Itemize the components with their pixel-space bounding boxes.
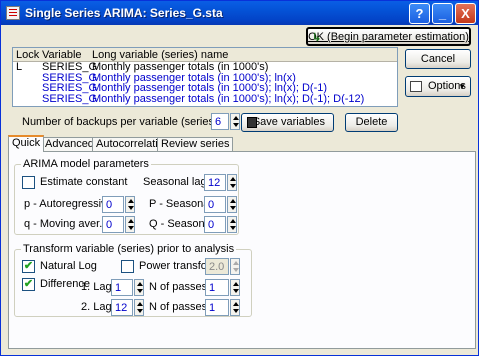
quick-tab-panel: ARIMA model parameters Estimate constant… xyxy=(8,151,476,349)
backups-label: Number of backups per variable (series): xyxy=(22,116,221,128)
estimate-constant-checkbox[interactable] xyxy=(22,176,35,189)
variable-list-header: Lock Variable Long variable (series) nam… xyxy=(13,48,397,62)
seasonal-lag-spinner[interactable] xyxy=(227,174,237,191)
run-icon: ↳ xyxy=(312,32,322,44)
backups-spinner[interactable] xyxy=(230,113,240,130)
lag2-label: 2. Lag: xyxy=(81,301,115,313)
p-seasonal-input[interactable]: 0 xyxy=(204,196,226,213)
tab-review-series[interactable]: Review series xyxy=(157,137,234,151)
arima-parameters-title: ARIMA model parameters xyxy=(21,158,151,170)
power-transform-input[interactable]: 2.0 xyxy=(205,258,229,275)
lag2-passes-spinner[interactable] xyxy=(230,299,240,316)
natural-log-label: Natural Log xyxy=(40,260,97,272)
q-seasonal-input[interactable]: 0 xyxy=(204,216,226,233)
variable-list[interactable]: Lock Variable Long variable (series) nam… xyxy=(12,47,398,107)
list-item[interactable]: SERIES_G Monthly passenger totals (in 10… xyxy=(13,92,397,105)
cancel-button[interactable]: Cancel xyxy=(405,49,471,69)
lag1-label: 1. Lag: xyxy=(81,281,115,293)
long-name-cell: Monthly passenger totals (in 1000's); ln… xyxy=(92,92,365,105)
lag1-spinner[interactable] xyxy=(134,279,144,296)
q-moving-average-input[interactable]: 0 xyxy=(102,216,124,233)
tab-quick[interactable]: Quick xyxy=(8,135,45,152)
lag1-input[interactable]: 1 xyxy=(111,279,133,296)
backups-input[interactable]: 6 xyxy=(211,113,229,130)
lag1-passes-spinner[interactable] xyxy=(230,279,240,296)
p-autoregressive-spinner[interactable] xyxy=(125,196,135,213)
lag2-input[interactable]: 12 xyxy=(111,299,133,316)
arima-parameters-group: ARIMA model parameters Estimate constant… xyxy=(14,158,239,235)
arima-dialog: Single Series ARIMA: Series_G.sta ? _ X … xyxy=(0,0,479,356)
p-seasonal-spinner[interactable] xyxy=(227,196,237,213)
ok-button-label: OK (Begin parameter estimation) xyxy=(308,31,469,43)
ok-button[interactable]: ↳ OK (Begin parameter estimation) xyxy=(306,27,471,46)
seasonal-lag-input[interactable]: 12 xyxy=(204,174,226,191)
save-variables-label: Save variables xyxy=(252,116,325,128)
options-button[interactable]: Options ▼ xyxy=(405,76,471,97)
p-autoregressive-input[interactable]: 0 xyxy=(102,196,124,213)
lag1-passes-input[interactable]: 1 xyxy=(205,279,229,296)
estimate-constant-label: Estimate constant xyxy=(40,176,128,188)
seasonal-lag-label: Seasonal lag: xyxy=(143,176,210,188)
options-icon xyxy=(410,81,422,92)
transform-group-title: Transform variable (series) prior to ana… xyxy=(21,243,237,255)
column-header-long-name[interactable]: Long variable (series) name xyxy=(92,49,228,61)
list-item[interactable]: SERIES_G Monthly passenger totals (in 10… xyxy=(13,83,397,94)
q-seasonal-spinner[interactable] xyxy=(227,216,237,233)
lag2-spinner[interactable] xyxy=(134,299,144,316)
save-variables-button[interactable]: Save variables xyxy=(241,113,334,132)
help-button[interactable]: ? xyxy=(409,3,430,24)
list-item[interactable]: L SERIES_G Monthly passenger totals (in … xyxy=(13,62,397,73)
lag1-passes-label: N of passes: xyxy=(149,281,211,293)
minimize-button[interactable]: _ xyxy=(432,3,453,24)
tab-advanced[interactable]: Advanced xyxy=(41,137,98,151)
natural-log-checkbox[interactable]: ✔ xyxy=(22,260,35,273)
close-button[interactable]: X xyxy=(455,3,476,24)
q-moving-average-label: q - Moving aver.: xyxy=(24,218,106,230)
transform-group: Transform variable (series) prior to ana… xyxy=(14,243,252,317)
lock-cell: L xyxy=(16,61,23,73)
variable-cell: SERIES_G xyxy=(42,92,98,105)
lag2-passes-label: N of passes: xyxy=(149,301,211,313)
chevron-down-icon: ▼ xyxy=(458,82,466,91)
column-header-variable[interactable]: Variable xyxy=(42,49,82,61)
save-icon xyxy=(247,117,257,128)
power-transform-checkbox[interactable] xyxy=(121,260,134,273)
difference-checkbox[interactable]: ✔ xyxy=(22,278,35,291)
lag2-passes-input[interactable]: 1 xyxy=(205,299,229,316)
q-moving-average-spinner[interactable] xyxy=(125,216,135,233)
delete-button[interactable]: Delete xyxy=(345,113,398,132)
column-header-lock[interactable]: Lock xyxy=(16,49,39,61)
app-icon xyxy=(6,6,20,20)
power-transform-spinner[interactable] xyxy=(230,258,240,275)
window-title: Single Series ARIMA: Series_G.sta xyxy=(25,6,223,20)
title-bar: Single Series ARIMA: Series_G.sta ? _ X xyxy=(1,1,478,25)
